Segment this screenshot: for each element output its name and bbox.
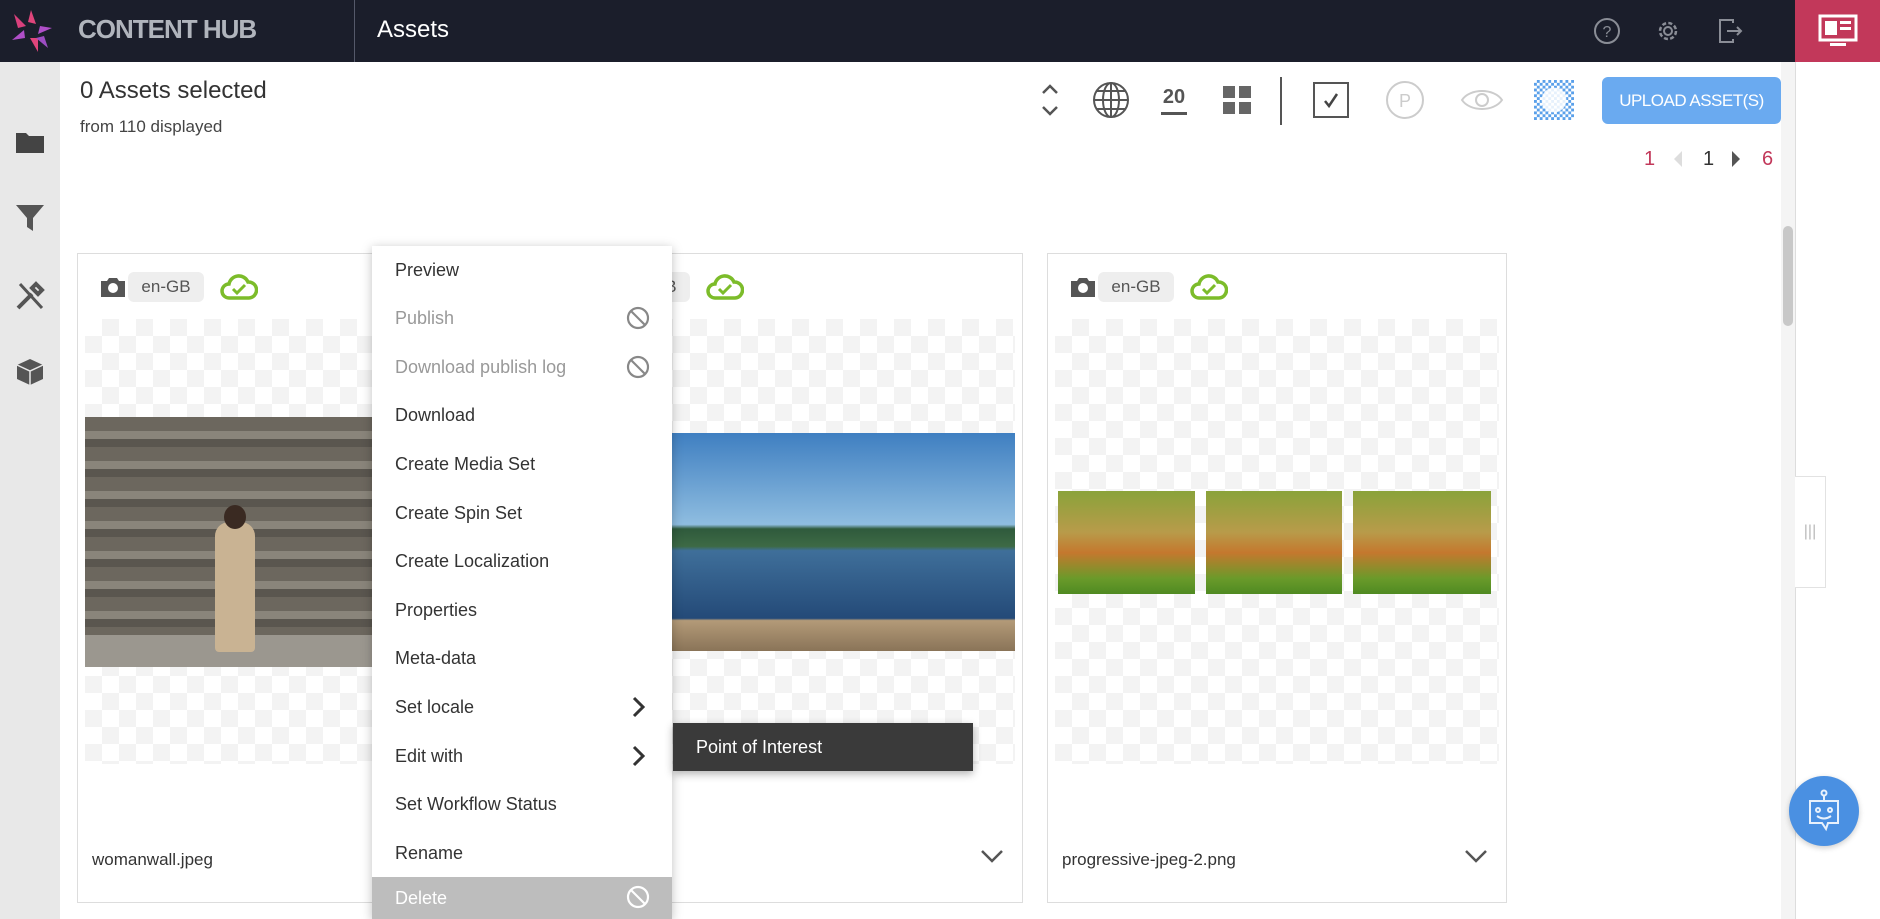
logo-icon[interactable] [8,8,54,59]
prev-page-icon[interactable] [1672,150,1684,173]
menu-item-label: Create Localization [395,550,550,571]
chatbot-button[interactable] [1789,776,1859,846]
robot-icon [1809,789,1839,832]
folder-icon[interactable] [12,124,48,160]
underline [1161,111,1187,115]
tiger-image [1206,491,1342,594]
menu-item-publish[interactable]: Publish [372,294,672,342]
top-bar: CONTENT HUB Assets ? [0,0,1880,62]
asset-thumbnail[interactable] [1055,319,1499,764]
svg-text:P: P [1399,91,1411,111]
chevron-right-icon [632,696,646,718]
tools-icon[interactable] [12,278,48,314]
cloud-published-icon [1190,274,1228,300]
menu-item-create-media-set[interactable]: Create Media Set [372,440,672,488]
locale-chip: en-GB [128,272,204,302]
current-page: 1 [1703,148,1715,170]
chevron-down-icon[interactable] [980,848,1004,864]
panel-resize-handle[interactable]: ||| [1795,476,1826,588]
menu-item-label: Create Media Set [395,453,536,474]
submenu-item-point-of-interest[interactable]: Point of Interest [673,723,973,771]
sort-icon[interactable] [1030,80,1070,120]
box-icon[interactable] [12,354,48,390]
menu-item-meta-data[interactable]: Meta-data [372,634,672,682]
last-page-link[interactable]: 6 [1762,148,1773,171]
menu-item-rename[interactable]: Rename [372,829,672,877]
woman-wall-image [85,417,385,667]
disabled-icon [626,885,650,909]
svg-text:?: ? [1603,24,1612,41]
asset-filename: progressive-jpeg-2.png [1062,850,1236,869]
submenu-item-label: Point of Interest [696,736,823,757]
globe-icon[interactable] [1091,80,1131,120]
menu-item-label: Properties [395,599,478,620]
scrollbar-thumb[interactable] [1783,226,1793,326]
context-menu: Preview Publish Download publish log Dow… [372,246,672,919]
toolbar-divider [1280,77,1282,125]
asset-filename: womanwall.jpeg [92,850,213,869]
menu-item-label: Rename [395,842,464,863]
menu-item-label: Meta-data [395,647,477,668]
logout-icon[interactable] [1713,14,1747,48]
menu-item-set-locale[interactable]: Set locale [372,683,672,731]
tiger-image [1353,491,1491,594]
menu-item-create-spin-set[interactable]: Create Spin Set [372,489,672,537]
help-icon[interactable]: ? [1590,14,1624,48]
monitor-icon [1818,14,1857,46]
menu-item-label: Set Workflow Status [395,793,557,814]
first-page-link[interactable]: 1 [1644,148,1655,171]
grid-view-icon[interactable] [1217,80,1257,120]
menu-item-label: Preview [395,259,460,280]
locale-chip: en-GB [1098,272,1174,302]
sidebar [0,62,60,919]
tiger-image [1058,491,1195,594]
menu-item-download-publish-log[interactable]: Download publish log [372,343,672,391]
page-size-selector[interactable]: 20 [1154,80,1194,120]
menu-item-label: Publish [395,307,455,328]
next-page-icon[interactable] [1730,150,1742,173]
menu-item-label: Create Spin Set [395,502,523,523]
menu-item-label: Download [395,404,476,425]
brand-name: CONTENT HUB [78,14,257,44]
menu-item-label: Set locale [395,696,475,717]
monitor-button[interactable] [1795,0,1880,62]
cloud-published-icon [220,274,258,300]
asset-card[interactable]: en-GB progressive-jpeg-2.png [1047,253,1507,903]
menu-item-label: Delete [395,887,448,908]
chevron-down-icon[interactable] [1464,848,1488,864]
menu-item-download[interactable]: Download [372,391,672,439]
filter-icon[interactable] [12,200,48,236]
card-header: en-GB [1048,254,1506,318]
menu-item-create-localization[interactable]: Create Localization [372,537,672,585]
camera-icon [1071,278,1095,297]
camera-icon [101,278,125,297]
publish-icon[interactable]: P [1385,80,1425,120]
menu-item-label: Download publish log [395,356,567,377]
transparency-toggle-icon[interactable] [1534,80,1574,120]
preview-eye-icon[interactable] [1460,80,1504,120]
chevron-right-icon [632,745,646,767]
divider [354,0,355,62]
gear-icon[interactable] [1651,14,1685,48]
select-all-checkbox[interactable] [1311,80,1351,120]
upload-assets-button[interactable]: UPLOAD ASSET(S) [1602,77,1781,124]
disabled-icon [626,355,650,379]
cloud-published-icon [706,274,744,300]
page-size-value: 20 [1162,85,1186,108]
page-title: Assets [377,16,450,43]
menu-item-edit-with[interactable]: Edit with [372,732,672,780]
displayed-count: from 110 displayed [80,117,223,136]
scrollbar[interactable] [1781,62,1795,919]
menu-item-delete[interactable]: Delete [372,877,672,919]
menu-item-label: Edit with [395,745,464,766]
selected-count: 0 Assets selected [80,77,267,104]
menu-item-properties[interactable]: Properties [372,586,672,634]
menu-item-set-workflow-status[interactable]: Set Workflow Status [372,780,672,828]
disabled-icon [626,306,650,330]
menu-item-preview[interactable]: Preview [372,246,672,294]
